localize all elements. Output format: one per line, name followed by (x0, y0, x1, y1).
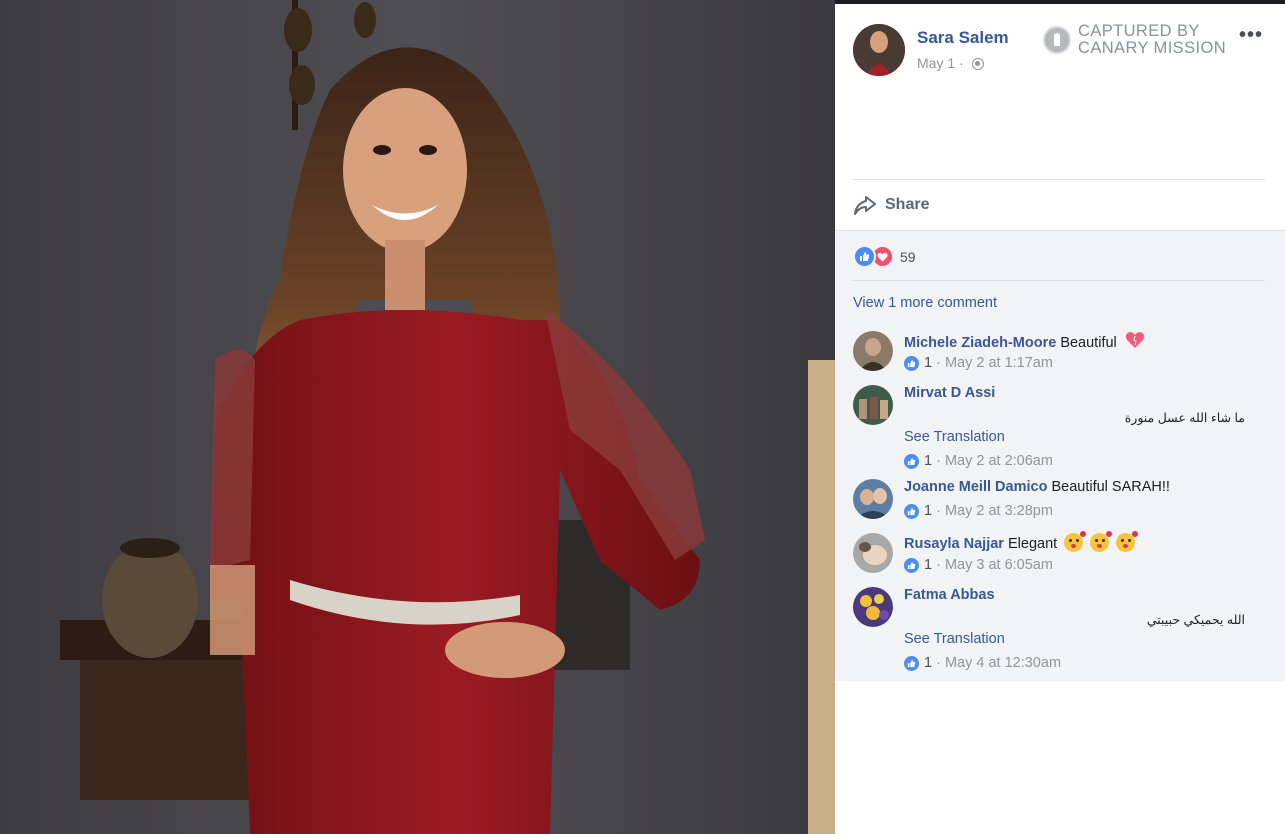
comment-like-count[interactable]: 1 (924, 557, 932, 573)
post-timestamp[interactable]: May 1 · (917, 55, 984, 71)
commenter-name[interactable]: Michele Ziadeh-Moore (904, 335, 1056, 351)
share-button[interactable]: Share (853, 192, 929, 218)
comment-meta: 1 · May 4 at 12:30am (904, 655, 1061, 671)
comment-text-arabic: الله يحميكي حبيبتي (1146, 613, 1245, 627)
meta-separator: · (936, 503, 941, 519)
comments-section: 59 View 1 more comment Michele Ziadeh-Mo… (835, 230, 1285, 681)
post-date[interactable]: May 1 (917, 55, 955, 71)
comment-time[interactable]: May 3 at 6:05am (945, 557, 1053, 573)
view-more-comments-link[interactable]: View 1 more comment (853, 295, 997, 311)
kiss-emoji-icon (1064, 531, 1087, 552)
meta-separator: · (936, 655, 941, 671)
kiss-emoji-icon (1116, 531, 1139, 552)
share-label: Share (885, 196, 930, 213)
comment-text-arabic: ما شاء الله عسل منورة (1124, 411, 1245, 425)
commenter-avatar[interactable] (853, 385, 893, 425)
meta-separator: · (936, 355, 941, 371)
comment-like-count[interactable]: 1 (924, 453, 932, 469)
globe-icon (971, 58, 984, 70)
commenter-avatar[interactable] (853, 587, 893, 627)
like-icon (904, 503, 919, 519)
share-icon (853, 194, 877, 216)
commenter-avatar[interactable] (853, 331, 893, 371)
meta-separator: · (959, 55, 964, 71)
commenter-name[interactable]: Joanne Meill Damico (904, 479, 1047, 495)
comment-meta: 1 · May 2 at 3:28pm (904, 503, 1053, 519)
commenter-avatar[interactable] (853, 533, 893, 573)
post-author-name[interactable]: Sara Salem (917, 28, 1009, 48)
kiss-emoji-icon (1090, 531, 1113, 552)
comment-meta: 1 · May 3 at 6:05am (904, 557, 1053, 573)
like-icon (904, 355, 919, 371)
see-translation-link[interactable]: See Translation (904, 429, 1005, 445)
see-translation-link[interactable]: See Translation (904, 631, 1005, 647)
commenter-avatar[interactable] (853, 479, 893, 519)
comment-time[interactable]: May 4 at 12:30am (945, 655, 1061, 671)
meta-separator: · (936, 453, 941, 469)
author-avatar[interactable] (853, 24, 905, 76)
comment-time[interactable]: May 2 at 3:28pm (945, 503, 1053, 519)
like-icon (904, 453, 919, 469)
comment-body: Mirvat D Assi (904, 385, 995, 401)
commenter-name[interactable]: Rusayla Najjar (904, 536, 1004, 552)
watermark-captured-by: CAPTURED BY CANARY MISSION (1043, 22, 1233, 62)
comment-time[interactable]: May 2 at 1:17am (945, 355, 1053, 371)
comment-body: Fatma Abbas (904, 587, 995, 603)
comment-body: Michele Ziadeh-Moore Beautiful (904, 331, 1145, 353)
like-reaction-icon (853, 245, 876, 268)
commenter-name[interactable]: Mirvat D Assi (904, 385, 995, 401)
post-photo[interactable] (0, 0, 835, 834)
comment-meta: 1 · May 2 at 1:17am (904, 355, 1053, 371)
comment-time[interactable]: May 2 at 2:06am (945, 453, 1053, 469)
divider (853, 280, 1265, 281)
post-details-panel: Sara Salem May 1 · CAPTURED BY CANARY MI… (835, 4, 1285, 834)
more-options-icon[interactable]: ••• (1239, 24, 1263, 47)
canary-mission-logo (1043, 26, 1071, 54)
comment-like-count[interactable]: 1 (924, 655, 932, 671)
comment-like-count[interactable]: 1 (924, 503, 932, 519)
divider (853, 179, 1265, 180)
watermark-line2: CANARY MISSION (1078, 39, 1227, 57)
reaction-count[interactable]: 59 (900, 249, 916, 265)
reaction-summary[interactable]: 59 (853, 245, 916, 268)
meta-separator: · (936, 557, 941, 573)
comment-meta: 1 · May 2 at 2:06am (904, 453, 1053, 469)
comment-text: Beautiful (1060, 335, 1117, 351)
comment-text: Elegant (1007, 536, 1058, 552)
comment-body: Joanne Meill Damico Beautiful SARAH!! (904, 479, 1170, 495)
comment-like-count[interactable]: 1 (924, 355, 932, 371)
like-icon (904, 655, 919, 671)
heart-emoji-icon (1125, 331, 1145, 353)
comment-text: Beautiful SARAH!! (1051, 479, 1170, 495)
like-icon (904, 557, 919, 573)
comment-body: Rusayla Najjar Elegant (904, 531, 1139, 552)
commenter-name[interactable]: Fatma Abbas (904, 587, 995, 603)
